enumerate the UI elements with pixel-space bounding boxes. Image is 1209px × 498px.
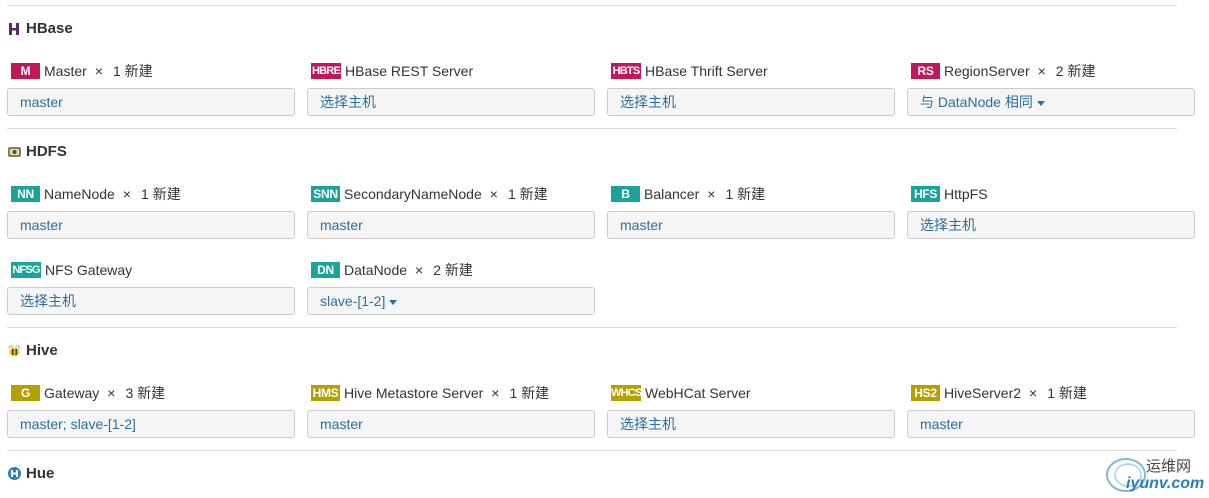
remove-role-icon[interactable]: × xyxy=(107,385,115,401)
watermark-logo: 运维网 iyunv.com xyxy=(1104,451,1204,496)
role-name: HBase Thrift Server xyxy=(645,63,768,79)
role-name: SecondaryNameNode xyxy=(344,186,482,202)
role-regionserver: RS RegionServer × 2 新建 xyxy=(911,62,1095,80)
host-selector-hiveserver2[interactable]: master xyxy=(907,410,1195,438)
role-name: HiveServer2 xyxy=(944,385,1022,401)
role-assignment-page: HBase M Master × 1 新建 master HBRE HBase … xyxy=(0,0,1209,498)
role-name: Gateway xyxy=(44,385,100,401)
host-selector-namenode[interactable]: master xyxy=(7,211,295,239)
role-badge: DN xyxy=(311,262,340,278)
role-name: NFS Gateway xyxy=(45,262,133,278)
role-badge: HFS xyxy=(911,186,940,202)
role-name: HBase REST Server xyxy=(345,63,474,79)
separator xyxy=(7,450,1177,451)
host-selector-httpfs[interactable]: 选择主机 xyxy=(907,211,1195,239)
role-badge: HBTS xyxy=(611,63,641,79)
hue-icon xyxy=(7,466,22,481)
remove-role-icon[interactable]: × xyxy=(1029,385,1037,401)
role-hive-metastore-server: HMS Hive Metastore Server × 1 新建 xyxy=(311,384,549,402)
role-badge: RS xyxy=(911,63,940,79)
role-datanode: DN DataNode × 2 新建 xyxy=(311,261,473,279)
section-title-text: HDFS xyxy=(26,142,67,160)
section-title-hue: Hue xyxy=(7,463,54,483)
host-selector-hbase-rest-server[interactable]: 选择主机 xyxy=(307,88,595,116)
role-name: DataNode xyxy=(344,262,408,278)
role-count: 1 新建 xyxy=(725,186,766,202)
host-selector-hive-metastore-server[interactable]: master xyxy=(307,410,595,438)
host-selector-secondarynamenode[interactable]: master xyxy=(307,211,595,239)
role-name: Master xyxy=(44,63,87,79)
role-badge: HS2 xyxy=(911,385,940,401)
role-badge: NFSG xyxy=(11,262,41,278)
role-badge: HBRE xyxy=(311,63,341,79)
role-hiveserver2: HS2 HiveServer2 × 1 新建 xyxy=(911,384,1087,402)
role-name: WebHCat Server xyxy=(645,385,751,401)
remove-role-icon[interactable]: × xyxy=(491,385,499,401)
role-badge: M xyxy=(11,63,40,79)
role-count: 1 新建 xyxy=(509,385,550,401)
role-gateway: G Gateway × 3 新建 xyxy=(11,384,165,402)
role-badge: B xyxy=(611,186,640,202)
hdfs-icon xyxy=(7,144,22,159)
watermark-text-cn: 运维网 xyxy=(1146,458,1192,475)
host-selector-regionserver[interactable]: 与 DataNode 相同 xyxy=(907,88,1195,116)
role-hbase-thrift-server: HBTS HBase Thrift Server xyxy=(611,62,776,80)
separator xyxy=(7,327,1177,328)
role-badge: HMS xyxy=(311,385,340,401)
watermark-text-url: iyunv.com xyxy=(1126,475,1205,492)
role-count: 1 新建 xyxy=(141,186,181,202)
role-count: 2 新建 xyxy=(1055,63,1096,79)
role-webhcat-server: WHCS WebHCat Server xyxy=(611,384,759,402)
role-name: Hive Metastore Server xyxy=(344,385,484,401)
host-selector-value: slave-[1-2] xyxy=(320,293,386,309)
role-secondarynamenode: SNN SecondaryNameNode × 1 新建 xyxy=(311,185,548,203)
role-count: 1 新建 xyxy=(507,186,548,202)
section-title-text: Hive xyxy=(26,341,58,359)
caret-down-icon xyxy=(1036,100,1045,106)
caret-down-icon xyxy=(389,299,398,305)
role-name: NameNode xyxy=(44,186,115,202)
role-balancer: B Balancer × 1 新建 xyxy=(611,185,765,203)
remove-role-icon[interactable]: × xyxy=(707,186,715,202)
role-count: 3 新建 xyxy=(125,385,166,401)
remove-role-icon[interactable]: × xyxy=(95,63,103,79)
role-badge: G xyxy=(11,385,40,401)
remove-role-icon[interactable]: × xyxy=(1038,63,1046,79)
host-selector-value: 与 DataNode 相同 xyxy=(920,94,1033,110)
section-title-hbase: HBase xyxy=(7,18,73,38)
role-badge: NN xyxy=(11,186,40,202)
host-selector-webhcat-server[interactable]: 选择主机 xyxy=(607,410,895,438)
section-title-text: HBase xyxy=(26,19,73,37)
remove-role-icon[interactable]: × xyxy=(490,186,498,202)
section-title-hdfs: HDFS xyxy=(7,141,67,161)
section-title-hive: Hive xyxy=(7,340,58,360)
role-name: RegionServer xyxy=(944,63,1030,79)
host-selector-master[interactable]: master xyxy=(7,88,295,116)
role-master: M Master × 1 新建 xyxy=(11,62,153,80)
role-count: 1 新建 xyxy=(112,63,153,79)
role-httpfs: HFS HttpFS xyxy=(911,185,996,203)
role-badge: WHCS xyxy=(611,385,641,401)
hive-bee-icon xyxy=(7,343,22,358)
host-selector-hbase-thrift-server[interactable]: 选择主机 xyxy=(607,88,895,116)
role-badge: SNN xyxy=(311,186,340,202)
role-name: Balancer xyxy=(644,186,700,202)
role-name: HttpFS xyxy=(944,186,988,202)
separator xyxy=(7,5,1177,6)
section-title-text: Hue xyxy=(26,464,55,482)
role-hbase-rest-server: HBRE HBase REST Server xyxy=(311,62,481,80)
host-selector-datanode[interactable]: slave-[1-2] xyxy=(307,287,595,315)
hbase-icon xyxy=(7,21,22,36)
remove-role-icon[interactable]: × xyxy=(123,186,131,202)
host-selector-balancer[interactable]: master xyxy=(607,211,895,239)
role-nfs-gateway: NFSG NFS Gateway xyxy=(11,261,140,279)
role-count: 1 新建 xyxy=(1047,385,1087,401)
role-count: 2 新建 xyxy=(433,262,473,278)
host-selector-gateway[interactable]: master; slave-[1-2] xyxy=(7,410,295,438)
role-namenode: NN NameNode × 1 新建 xyxy=(11,185,181,203)
host-selector-nfs-gateway[interactable]: 选择主机 xyxy=(7,287,295,315)
separator xyxy=(7,128,1177,129)
remove-role-icon[interactable]: × xyxy=(415,262,423,278)
